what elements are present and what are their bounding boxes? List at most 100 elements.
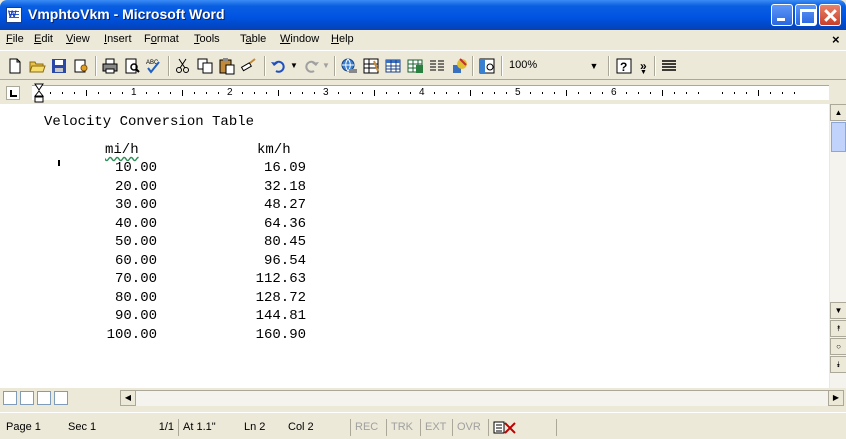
standard-toolbar: ABC ▼ ▼ 100% ▼ ? » ▼ — [0, 50, 846, 80]
status-ext[interactable]: EXT — [420, 419, 452, 436]
kmh-value: 16.09 — [264, 160, 307, 176]
tab-selector-icon[interactable] — [6, 86, 20, 100]
insert-excel-worksheet-icon[interactable] — [406, 57, 424, 75]
word-app-icon[interactable]: W — [6, 7, 22, 23]
scroll-thumb[interactable] — [831, 122, 846, 152]
copy-icon[interactable] — [196, 57, 214, 75]
paste-icon[interactable] — [218, 57, 236, 75]
mph-value: 20.00 — [115, 178, 158, 195]
spelling-status-icon[interactable] — [488, 419, 556, 436]
vertical-scrollbar[interactable]: ▲ ▼ ⯭ ○ ⯯ — [829, 104, 846, 388]
kmh-value: 48.27 — [264, 197, 307, 213]
save-icon[interactable] — [50, 57, 68, 75]
ruler-number: 3 — [323, 87, 329, 98]
horizontal-ruler[interactable]: 1 2 3 4 5 6 — [32, 85, 829, 100]
close-button[interactable] — [819, 4, 841, 26]
scroll-down-button[interactable]: ▼ — [830, 302, 846, 319]
menu-insert[interactable]: Insert — [104, 33, 132, 45]
mph-value: 50.00 — [115, 234, 158, 250]
maximize-button[interactable] — [795, 4, 817, 26]
ruler-number: 6 — [611, 87, 617, 98]
status-page[interactable]: Page 1 — [2, 419, 64, 436]
menu-edit[interactable]: Edit — [34, 33, 53, 45]
zoom-dropdown-icon[interactable]: ▼ — [585, 56, 603, 76]
outline-view-button[interactable] — [54, 391, 68, 405]
permission-icon[interactable] — [72, 57, 90, 75]
status-at-position[interactable]: At 1.1" — [178, 419, 240, 436]
menu-tools[interactable]: Tools — [194, 33, 220, 45]
tables-borders-icon[interactable] — [362, 57, 380, 75]
menu-format[interactable]: Format — [144, 33, 179, 45]
status-page-count[interactable]: 1/1 — [120, 419, 178, 436]
mph-value: 100.00 — [106, 326, 158, 343]
cut-icon[interactable] — [174, 57, 192, 75]
redo-icon[interactable] — [302, 57, 320, 75]
indent-marker-icon[interactable] — [34, 83, 44, 103]
spelling-grammar-icon[interactable]: ABC — [145, 57, 163, 75]
scroll-right-button[interactable]: ▶ — [828, 390, 844, 406]
title-bar[interactable]: W VmphtoVkm - Microsoft Word — [0, 0, 846, 30]
zoom-field[interactable]: 100% — [505, 56, 585, 76]
status-rec[interactable]: REC — [350, 419, 386, 436]
undo-icon[interactable] — [270, 57, 288, 75]
mph-value: 60.00 — [115, 252, 158, 269]
new-document-icon[interactable] — [6, 57, 24, 75]
columns-icon[interactable] — [428, 57, 446, 75]
status-line[interactable]: Ln 2 — [240, 419, 284, 436]
horizontal-scroll-track[interactable] — [136, 390, 828, 406]
menu-view[interactable]: View — [66, 33, 90, 45]
kmh-value: 32.18 — [264, 178, 307, 195]
menu-bar: File Edit View Insert Format Tools Table Window… — [0, 30, 846, 50]
ruler-number: 5 — [515, 87, 521, 98]
mph-value: 30.00 — [115, 197, 158, 213]
window-title: VmphtoVkm - Microsoft Word — [28, 6, 225, 22]
mph-value: 70.00 — [115, 271, 158, 287]
ruler-bar: 1 2 3 4 5 6 — [0, 81, 846, 104]
toolbar-options-dropdown-icon[interactable]: ▼ — [640, 69, 647, 76]
mph-value: 80.00 — [115, 289, 158, 306]
print-layout-view-button[interactable] — [37, 391, 51, 405]
format-painter-icon[interactable] — [240, 57, 258, 75]
print-icon[interactable] — [101, 57, 119, 75]
next-page-button[interactable]: ⯯ — [830, 356, 846, 373]
menu-help[interactable]: Help — [331, 33, 354, 45]
previous-page-button[interactable]: ⯭ — [830, 320, 846, 337]
text-cursor — [58, 160, 60, 166]
view-and-horizontal-scroll-bar: ◀ ▶ — [0, 388, 846, 408]
menu-window[interactable]: Window — [280, 33, 319, 45]
col1-header: mi/h — [105, 142, 139, 158]
scroll-up-button[interactable]: ▲ — [830, 104, 846, 121]
undo-dropdown-icon[interactable]: ▼ — [290, 61, 298, 70]
select-browse-object-button[interactable]: ○ — [830, 338, 846, 355]
status-trk[interactable]: TRK — [386, 419, 420, 436]
kmh-value: 80.45 — [264, 234, 307, 250]
open-folder-icon[interactable] — [28, 57, 46, 75]
scroll-left-button[interactable]: ◀ — [120, 390, 136, 406]
status-section[interactable]: Sec 1 — [64, 419, 120, 436]
status-column[interactable]: Col 2 — [284, 419, 350, 436]
menu-table[interactable]: Table — [240, 33, 266, 45]
ruler-number: 2 — [227, 87, 233, 98]
document-page[interactable]: Velocity Conversion Table mi/h km/h 10.0… — [0, 104, 829, 388]
mph-value: 10.00 — [115, 160, 158, 176]
document-map-icon[interactable] — [478, 57, 496, 75]
kmh-value: 128.72 — [255, 289, 307, 306]
menu-file[interactable]: File — [6, 33, 24, 45]
redo-dropdown-icon[interactable]: ▼ — [322, 61, 330, 70]
drawing-icon[interactable] — [450, 57, 468, 75]
close-document-icon[interactable]: × — [832, 32, 840, 47]
zoom-combobox[interactable]: 100% ▼ — [505, 56, 603, 76]
status-bar: Page 1 Sec 1 1/1 At 1.1" Ln 2 Col 2 REC … — [0, 412, 846, 439]
status-ovr[interactable]: OVR — [452, 419, 488, 436]
kmh-value: 64.36 — [264, 215, 307, 232]
normal-view-button[interactable] — [3, 391, 17, 405]
insert-table-icon[interactable] — [384, 57, 402, 75]
status-empty-cell — [556, 419, 606, 436]
print-preview-icon[interactable] — [123, 57, 141, 75]
kmh-value: 144.81 — [255, 308, 307, 324]
insert-hyperlink-icon[interactable] — [340, 57, 358, 75]
web-layout-view-button[interactable] — [20, 391, 34, 405]
minimize-button[interactable] — [771, 4, 793, 26]
align-justify-icon[interactable] — [660, 57, 678, 75]
help-icon[interactable]: ? — [615, 57, 633, 75]
